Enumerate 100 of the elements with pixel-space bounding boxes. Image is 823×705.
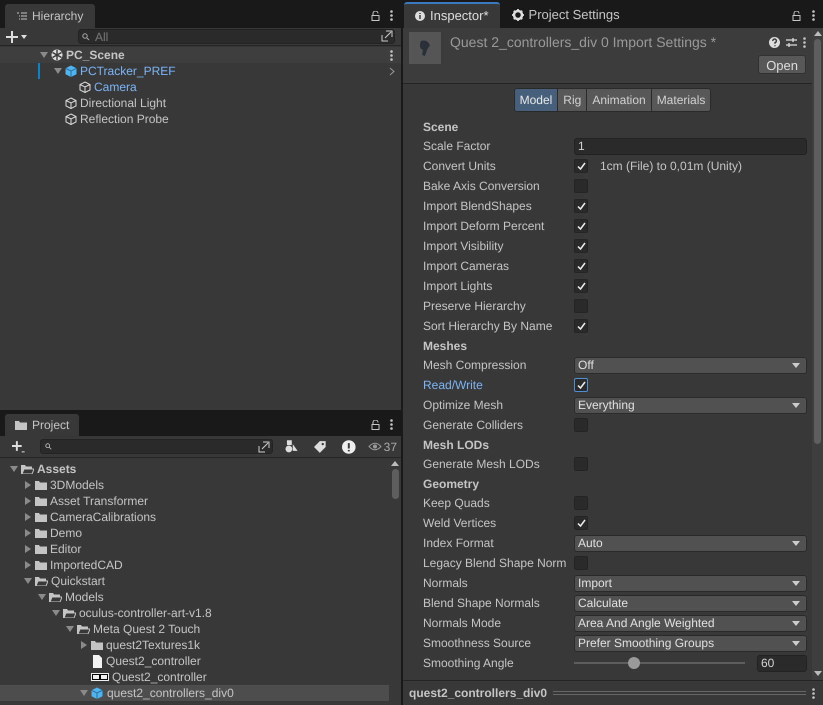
dropdown[interactable]: Import <box>574 574 807 592</box>
panel-tab[interactable]: Inspector* <box>404 2 500 28</box>
checkbox[interactable] <box>574 239 588 253</box>
collapse-arrow-icon[interactable] <box>38 593 46 601</box>
file-row[interactable]: 3DModels <box>0 477 389 493</box>
eye-icon[interactable] <box>368 442 382 451</box>
section-tab[interactable]: Rig <box>557 89 586 111</box>
file-row[interactable]: CameraCalibrations <box>0 509 389 525</box>
more-icon[interactable] <box>812 10 815 21</box>
number-field[interactable]: 1 <box>574 138 807 154</box>
checkbox[interactable] <box>574 259 588 273</box>
checkbox[interactable] <box>574 199 588 213</box>
collapse-arrow-icon[interactable] <box>10 465 18 473</box>
scroll-thumb[interactable] <box>814 39 821 444</box>
file-row[interactable]: ImportedCAD <box>0 557 389 573</box>
file-row[interactable]: Models <box>0 589 389 605</box>
collapse-arrow-icon[interactable] <box>40 51 48 59</box>
hierarchy-tab[interactable]: Hierarchy <box>5 4 96 28</box>
chevron-right-icon[interactable] <box>389 66 395 76</box>
checkbox[interactable] <box>574 516 588 530</box>
file-row[interactable]: oculus-controller-art-v1.8 <box>0 605 389 621</box>
lock-icon[interactable] <box>792 11 801 21</box>
checkbox[interactable] <box>574 159 588 173</box>
add-icon[interactable] <box>12 440 26 454</box>
object-name[interactable]: Camera <box>94 78 137 96</box>
expand-arrow-icon[interactable] <box>24 513 32 521</box>
section-tab[interactable]: Animation <box>586 89 651 111</box>
hierarchy-row[interactable]: Reflection Probe <box>0 111 401 127</box>
file-row[interactable]: Quest2_controller <box>0 669 389 685</box>
dropdown[interactable]: Prefer Smoothing Groups <box>574 634 807 652</box>
open-button[interactable]: Open <box>758 55 806 74</box>
search-field[interactable] <box>40 439 273 454</box>
scene-name[interactable]: PC_Scene <box>66 46 125 64</box>
file-row[interactable]: Quickstart <box>0 573 389 589</box>
slider-thumb[interactable] <box>628 657 640 669</box>
sliders-icon[interactable] <box>786 37 797 48</box>
expand-icon[interactable] <box>258 440 270 452</box>
checkbox[interactable] <box>574 279 588 293</box>
lock-icon[interactable] <box>371 420 380 430</box>
scene-icon <box>51 49 63 61</box>
checkbox[interactable] <box>574 378 588 392</box>
scroll-up-icon[interactable] <box>391 461 399 466</box>
dropdown[interactable]: Off <box>574 356 807 374</box>
number-field[interactable]: 60 <box>757 654 807 672</box>
file-row[interactable]: Editor <box>0 541 389 557</box>
dropdown[interactable]: Area And Angle Weighted <box>574 614 807 632</box>
more-icon[interactable] <box>803 37 806 48</box>
field-label: Import Cameras <box>423 258 510 275</box>
object-name[interactable]: PCTracker_PREF <box>80 62 176 80</box>
file-row[interactable]: quest2Textures1k <box>0 637 389 653</box>
section-tab[interactable]: Materials <box>650 89 710 111</box>
dropdown[interactable]: Everything <box>574 396 807 414</box>
checkbox[interactable] <box>574 219 588 233</box>
help-icon[interactable] <box>769 37 780 48</box>
dropdown[interactable]: Auto <box>574 534 807 552</box>
add-icon[interactable] <box>6 30 30 42</box>
object-name[interactable]: Directional Light <box>80 94 166 112</box>
expand-arrow-icon[interactable] <box>24 529 32 537</box>
object-name[interactable]: Reflection Probe <box>80 110 169 128</box>
more-icon[interactable] <box>390 50 393 60</box>
search-field[interactable]: All <box>78 29 395 44</box>
scroll-thumb[interactable] <box>392 469 398 499</box>
scroll-up-icon[interactable] <box>814 31 822 36</box>
expand-arrow-icon[interactable] <box>24 481 32 489</box>
dropdown[interactable]: Calculate <box>574 594 807 612</box>
collapse-arrow-icon[interactable] <box>66 625 74 633</box>
hierarchy-row[interactable]: Camera <box>0 79 401 95</box>
more-icon[interactable] <box>390 419 393 430</box>
resize-grip[interactable] <box>553 691 806 695</box>
expand-arrow-icon[interactable] <box>24 497 32 505</box>
file-row[interactable]: Quest2_controller <box>0 653 389 669</box>
scroll-down-icon[interactable] <box>814 671 822 676</box>
tag-icon[interactable] <box>314 440 326 452</box>
collapse-arrow-icon[interactable] <box>80 689 88 697</box>
expand-arrow-icon[interactable] <box>24 545 32 553</box>
shapes-icon[interactable] <box>284 440 298 453</box>
lock-icon[interactable] <box>371 11 380 21</box>
slider-track[interactable] <box>574 657 745 669</box>
expand-arrow-icon[interactable] <box>80 641 88 649</box>
expand-arrow-icon[interactable] <box>24 561 32 569</box>
project-tab[interactable]: Project <box>5 414 80 436</box>
file-icon <box>91 654 103 668</box>
file-row[interactable]: Asset Transformer <box>0 493 389 509</box>
check-icon <box>576 322 586 330</box>
file-row[interactable]: Assets <box>0 461 389 477</box>
collapse-arrow-icon[interactable] <box>24 577 32 585</box>
scrollbar[interactable] <box>812 28 823 680</box>
collapse-arrow-icon[interactable] <box>52 609 60 617</box>
warning-icon[interactable] <box>342 440 356 454</box>
file-row[interactable]: Meta Quest 2 Touch <box>0 621 389 637</box>
section-tab[interactable]: Model <box>514 89 558 111</box>
file-row[interactable]: Demo <box>0 525 389 541</box>
file-row[interactable]: quest2_controllers_div0 <box>0 685 389 701</box>
checkbox[interactable] <box>574 319 588 333</box>
more-icon[interactable] <box>390 10 393 21</box>
more-icon[interactable] <box>812 688 815 698</box>
hierarchy-row[interactable]: Directional Light <box>0 95 401 111</box>
expand-icon[interactable] <box>381 30 393 42</box>
collapse-arrow-icon[interactable] <box>54 67 62 75</box>
hierarchy-row[interactable]: PC_Scene <box>0 47 401 63</box>
